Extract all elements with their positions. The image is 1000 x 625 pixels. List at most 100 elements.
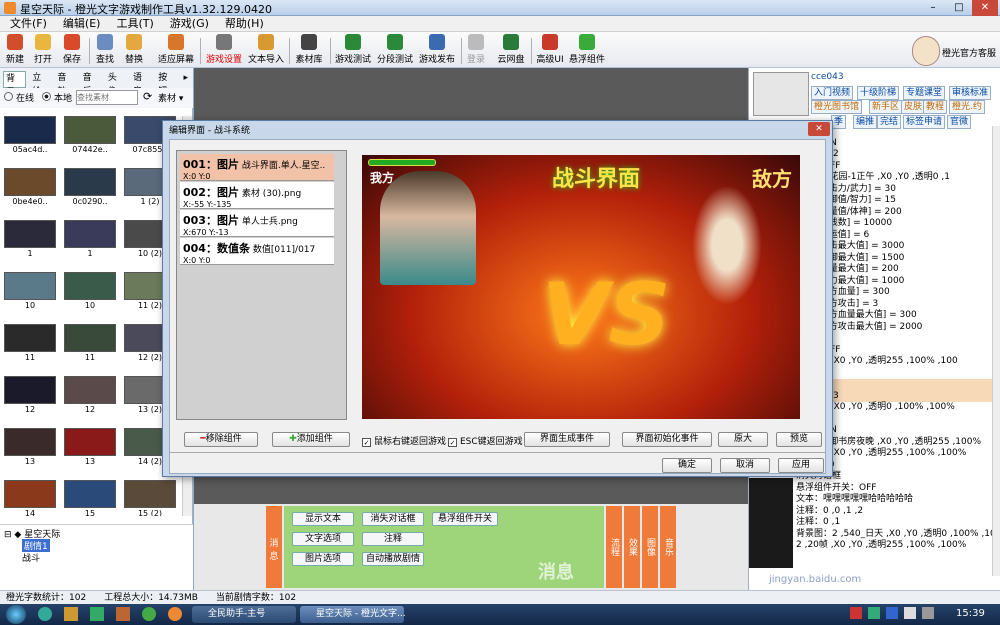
scrollbar[interactable] [992,126,1000,576]
game-settings-button[interactable]: 游戏设置 [205,34,243,66]
tray-icon[interactable] [850,607,862,619]
script-line[interactable]: 注释：0 ,1 [796,517,992,529]
tag-link[interactable]: 皮肤 [901,100,926,114]
asset-thumbnail[interactable]: 15 (2) [124,480,176,516]
tag-link[interactable]: 新手区 [869,100,903,114]
float-component-button[interactable]: 悬浮组件 [569,34,605,66]
asset-thumbnail[interactable]: 13 [4,428,56,468]
menu-edit[interactable]: 编辑(E) [63,16,101,31]
new-button[interactable]: 新建 [4,34,26,66]
tab-voice[interactable]: 语音 [131,71,152,97]
asset-thumbnail[interactable]: 1 [4,220,56,260]
generate-event-button[interactable]: 界面生成事件 [524,432,610,447]
menu-game[interactable]: 游戏(G) [170,16,209,31]
local-radio[interactable] [42,92,51,101]
asset-thumbnail[interactable]: 12 [4,376,56,416]
tree-item[interactable]: 战斗 [22,551,40,564]
original-size-button[interactable]: 原大 [718,432,768,447]
asset-thumbnail[interactable]: 14 [4,480,56,516]
component-item[interactable]: 004：数值条 数值[011]/017 X:0 Y:0 [180,238,334,265]
find-button[interactable]: 查找 [94,34,116,66]
right-click-return-checkbox[interactable]: ✓ 鼠标右键返回游戏 [362,434,446,447]
autoplay-button[interactable]: 自动播放剧情 [362,552,424,566]
replace-button[interactable]: 替换 [123,34,145,66]
minimize-icon[interactable]: – [920,0,946,16]
scroll-right-icon[interactable]: ▸ [181,71,190,88]
assets-dropdown[interactable]: 素材 ▾ [158,91,183,104]
asset-thumbnail[interactable]: 10 [64,272,116,312]
maximize-icon[interactable]: □ [946,0,972,16]
game-test-button[interactable]: 游戏测试 [334,34,372,66]
component-item[interactable]: 003：图片 单人士兵.png X:670 Y:-13 [180,210,334,237]
browser-icon[interactable] [38,607,52,621]
remove-component-button[interactable]: ━移除组件 [184,432,258,447]
login-button[interactable]: 登录 [464,34,488,66]
tab-button[interactable]: 按钮 [156,71,177,97]
save-button[interactable]: 保存 [61,34,83,66]
tag-link[interactable]: 橙光图书馆 [811,100,863,114]
asset-search-input[interactable] [76,90,138,105]
component-item[interactable]: 002：图片 素材 (30).png X:-55 Y:-135 [180,182,334,209]
close-icon[interactable]: ✕ [972,0,998,16]
dialog-close-icon[interactable]: ✕ [808,122,830,136]
component-item-selected[interactable]: 001：图片 战斗界面.单人.星空.. X:0 Y:0 [180,154,334,181]
assets-button[interactable]: 素材库 [294,34,324,66]
asset-thumbnail[interactable]: 15 [64,480,116,516]
advanced-ui-button[interactable]: 高级UI [535,34,565,66]
apply-button[interactable]: 应用 [778,458,824,473]
float-toggle-button[interactable]: 悬浮组件开关 [432,512,498,526]
tag-link[interactable]: 教程 [923,100,948,114]
task-button-active[interactable]: 星空天际 - 橙光文字... [300,606,406,623]
script-line[interactable]: 悬浮组件开关：OFF [796,483,992,495]
tag-link[interactable]: 审核标准 [949,86,992,100]
init-event-button[interactable]: 界面初始化事件 [622,432,712,447]
asset-thumbnail[interactable]: 07442e.. [64,116,116,156]
tab-portrait[interactable]: 立绘 [30,71,51,97]
tab-avatar[interactable]: 头像 [106,71,127,97]
interface-preview[interactable]: 我方 战斗界面 敌方 VS [362,155,800,419]
asset-thumbnail[interactable]: 0be4e0.. [4,168,56,208]
fit-screen-button[interactable]: 适应屏幕 [157,34,195,66]
cloud-button[interactable]: 云网盘 [496,34,526,66]
online-radio[interactable] [4,92,13,101]
tab-sfx[interactable]: 音效 [55,71,76,97]
preview-button[interactable]: 预览 [776,432,822,447]
text-option-button[interactable]: 文字选项 [292,532,354,546]
comment-button[interactable]: 注释 [362,532,424,546]
tray-icon[interactable] [868,607,880,619]
tab-music[interactable]: 音乐 [81,71,102,97]
add-component-button[interactable]: ✚添加组件 [272,432,350,447]
asset-thumbnail[interactable]: 13 [64,428,116,468]
menu-tools[interactable]: 工具(T) [116,16,153,31]
cancel-button[interactable]: 取消 [720,458,770,473]
ok-button[interactable]: 确定 [662,458,712,473]
asset-thumbnail[interactable]: 1 [64,220,116,260]
tab-music[interactable]: 音乐 [660,506,676,588]
menu-help[interactable]: 帮助(H) [225,16,264,31]
script-line[interactable]: 2 ,20帧 ,X0 ,Y0 ,透明255 ,100% ,100% [796,540,992,552]
tag-link[interactable]: 十级阶梯 [857,86,900,100]
start-icon[interactable] [6,605,26,624]
app-icon[interactable] [142,607,156,621]
tag-link[interactable]: 橙光.约 [949,100,985,114]
asset-thumbnail[interactable]: 0c0290.. [64,168,116,208]
refresh-icon[interactable]: ⟳ [143,90,152,103]
network-icon[interactable] [922,607,934,619]
tab-image[interactable]: 图像 [642,506,658,588]
asset-thumbnail[interactable]: 10 [4,272,56,312]
tag-link[interactable]: 专题课堂 [903,86,946,100]
script-line[interactable]: 注释：0 ,0 ,1 ,2 [796,506,992,518]
tab-background[interactable]: 背景 [3,71,27,98]
asset-thumbnail[interactable]: 05ac4d.. [4,116,56,156]
menu-file[interactable]: 文件(F) [10,16,47,31]
publish-button[interactable]: 游戏发布 [418,34,456,66]
username[interactable]: cce043 [811,72,844,82]
task-button[interactable]: 全民助手-主号 [192,606,296,623]
asset-thumbnail[interactable]: 11 [64,324,116,364]
tab-message[interactable]: 消息 [266,506,282,588]
volume-icon[interactable] [904,607,916,619]
tab-flow[interactable]: 流程 [606,506,622,588]
script-line[interactable]: 文本：嘿嘿嘿嘿嘿哈哈哈哈哈 [796,494,992,506]
branch-test-button[interactable]: 分段测试 [376,34,414,66]
esc-return-checkbox[interactable]: ✓ ESC键返回游戏 [448,434,523,447]
